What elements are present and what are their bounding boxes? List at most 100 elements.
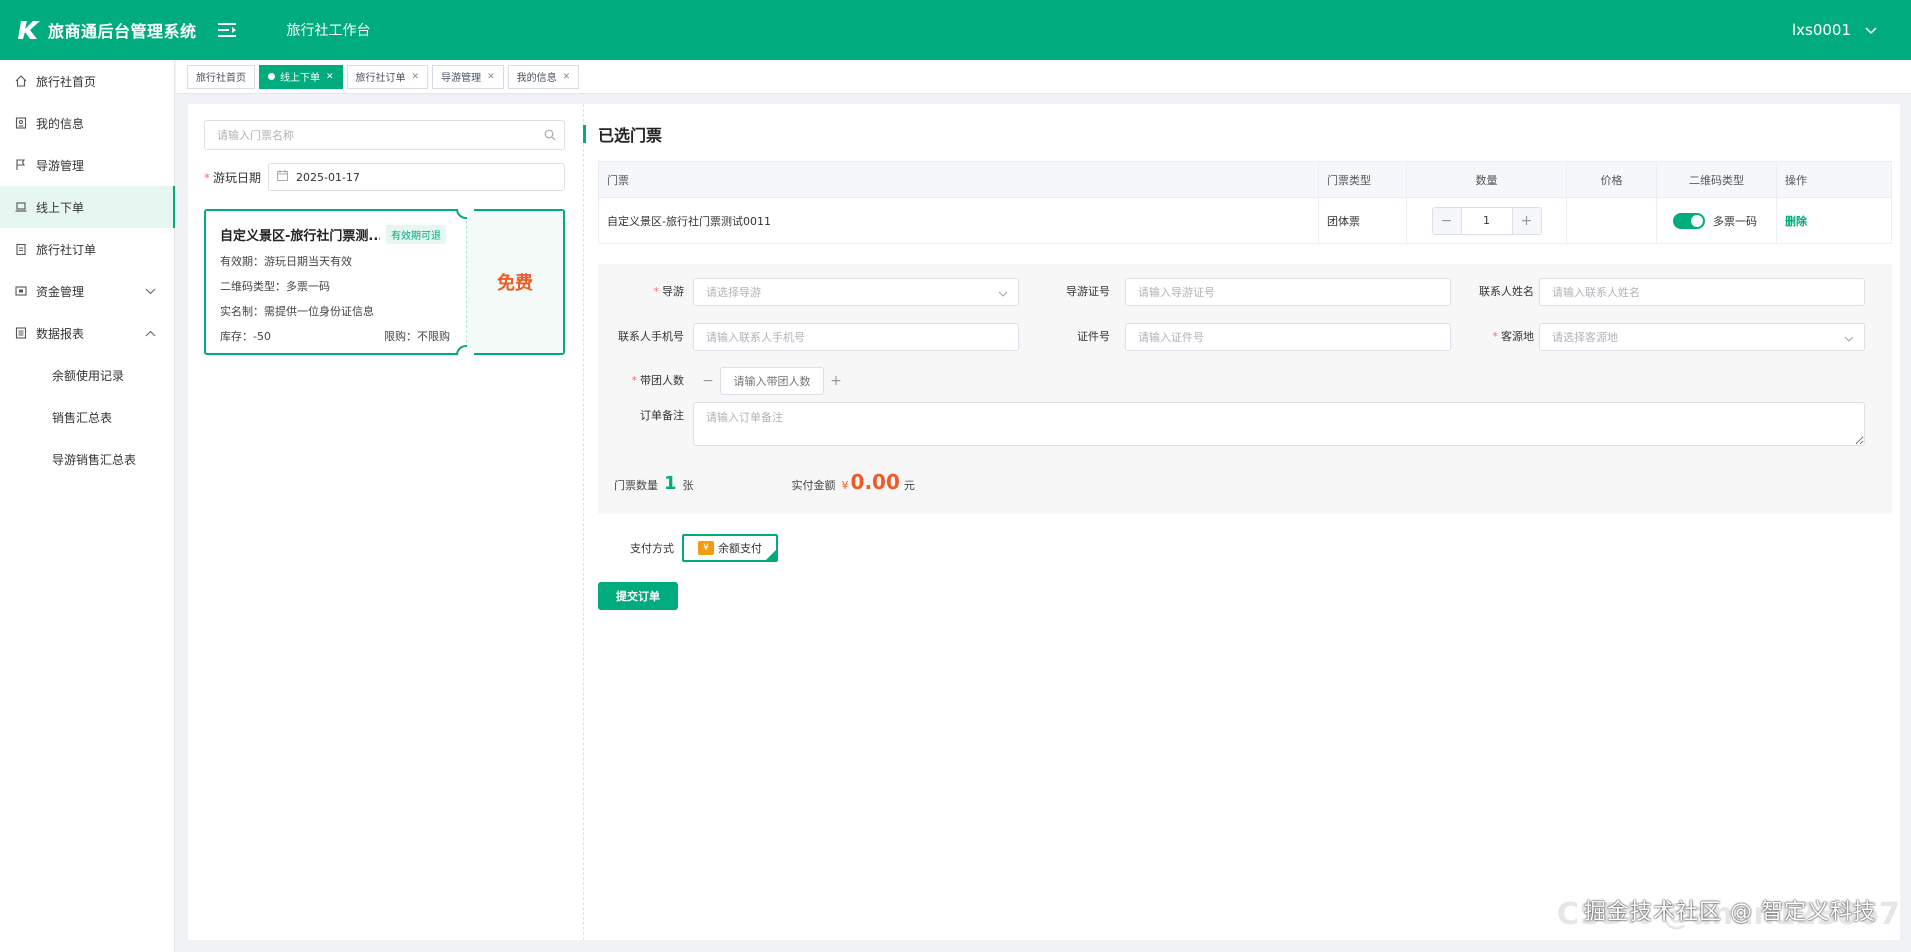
tab-label: 导游管理: [441, 73, 482, 84]
tab-home[interactable]: 旅行社首页: [187, 64, 255, 89]
guide-cert-input[interactable]: [1125, 278, 1451, 306]
decrease-button[interactable]: −: [696, 367, 720, 395]
sidebar-subitem-balance-log[interactable]: 余额使用记录: [0, 354, 174, 396]
row-price: [1566, 197, 1657, 244]
ticket-search-input[interactable]: [217, 128, 537, 142]
col-action: 操作: [1776, 161, 1892, 198]
workspace-title: 旅行社工作台: [286, 23, 371, 39]
col-ticket: 门票: [598, 161, 1319, 198]
row-ticket-name: 自定义景区-旅行社门票测试0011: [598, 197, 1319, 244]
remark-label: 订单备注: [640, 409, 684, 422]
tab-profile[interactable]: 我的信息 ✕: [507, 64, 580, 89]
tab-label: 线上下单: [280, 73, 320, 84]
sidebar-item-label: 资金管理: [36, 284, 85, 299]
contact-name-label: 联系人姓名: [1479, 285, 1534, 298]
ticket-search[interactable]: [204, 120, 565, 150]
ticket-price-area: 免费: [467, 211, 563, 353]
ticket-stock: 库存：-50: [220, 330, 271, 343]
logo-icon: [18, 20, 42, 40]
top-header: 旅商通后台管理系统 旅行社工作台 lxs0001: [0, 0, 1911, 60]
tab-online-order[interactable]: 线上下单 ✕: [259, 64, 343, 89]
guide-select-placeholder: 请选择导游: [706, 286, 761, 299]
decrease-button[interactable]: −: [1432, 207, 1461, 234]
qr-type-toggle[interactable]: [1673, 212, 1705, 229]
sidebar-subitem-guide-sales-summary[interactable]: 导游销售汇总表: [0, 438, 174, 480]
sidebar-item-home[interactable]: 旅行社首页: [0, 60, 174, 102]
delete-link[interactable]: 删除: [1785, 215, 1807, 228]
logo[interactable]: 旅商通后台管理系统: [18, 18, 197, 42]
contact-phone-label: 联系人手机号: [618, 330, 684, 343]
sidebar-item-profile[interactable]: 我的信息: [0, 102, 174, 144]
tab-label: 旅行社订单: [355, 73, 406, 84]
close-icon[interactable]: ✕: [563, 72, 571, 82]
ticket-price: 免费: [497, 273, 533, 294]
source-select[interactable]: 请选择客源地: [1539, 323, 1865, 351]
username: lxs0001: [1791, 21, 1851, 39]
table-row: 自定义景区-旅行社门票测试0011 团体票 − 1 + 多票一码 删除: [598, 197, 1892, 244]
contact-phone-input[interactable]: [693, 323, 1019, 351]
quantity-value[interactable]: 1: [1460, 207, 1513, 234]
sidebar-item-funds[interactable]: 资金管理: [0, 270, 174, 312]
sidebar-subitem-sales-summary[interactable]: 销售汇总表: [0, 396, 174, 438]
payment-option-label: 余额支付: [718, 542, 762, 555]
sidebar-item-label: 旅行社首页: [36, 74, 97, 89]
sidebar-item-label: 导游管理: [36, 158, 85, 173]
user-menu[interactable]: lxs0001: [1792, 0, 1877, 60]
play-date-picker[interactable]: 2025-01-17: [268, 163, 565, 191]
row-action-cell: 删除: [1776, 197, 1892, 244]
submit-order-button[interactable]: 提交订单: [598, 582, 678, 610]
ticket-count-unit: 张: [682, 479, 694, 492]
ticket-limit: 限购：不限购: [384, 330, 450, 343]
page-tabs: 旅行社首页 线上下单 ✕ 旅行社订单 ✕ 导游管理 ✕ 我的信息 ✕: [176, 60, 1911, 94]
remark-textarea[interactable]: [693, 402, 1865, 446]
ticket-qr-type: 二维码类型：多票一码: [220, 280, 330, 293]
guide-select[interactable]: 请选择导游: [693, 278, 1019, 306]
chevron-down-icon: [1844, 333, 1854, 346]
id-label: 证件号: [1077, 330, 1110, 343]
app-title: 旅商通后台管理系统: [48, 22, 197, 41]
row-qr-type-cell: 多票一码: [1656, 197, 1777, 244]
home-icon: [15, 75, 27, 87]
search-icon[interactable]: [544, 129, 556, 144]
report-icon: [15, 327, 27, 339]
close-icon[interactable]: ✕: [412, 72, 420, 82]
watermark: 掘金技术社区 @ 智定义科技: [1584, 900, 1876, 925]
guide-cert-label: 导游证号: [1066, 285, 1110, 298]
guide-label: * 导游: [653, 285, 685, 298]
column-divider: [583, 104, 584, 940]
sidebar: 旅行社首页 我的信息 导游管理 线上下单 旅行社订单 资金管理 数据报表 余额使…: [0, 60, 175, 952]
tab-guides[interactable]: 导游管理 ✕: [432, 64, 504, 89]
payment-option-balance[interactable]: ¥ 余额支付: [682, 534, 778, 562]
sidebar-item-guides[interactable]: 导游管理: [0, 144, 174, 186]
amount-label: 实付金额: [791, 479, 836, 492]
group-size-input[interactable]: [720, 367, 824, 395]
quantity-stepper: − 1 +: [1431, 206, 1542, 235]
selected-tickets-table: 门票 门票类型 数量 价格 二维码类型 操作 自定义景区-旅行社门票测试0011…: [598, 161, 1892, 244]
calendar-icon: [277, 170, 288, 184]
ticket-count: 1: [664, 473, 677, 494]
ticket-info: 自定义景区-旅行社门票测... 有效期可退 有效期：游玩日期当天有效 二维码类型…: [206, 211, 466, 353]
contact-name-input[interactable]: [1539, 278, 1865, 306]
payment-row: 支付方式 ¥ 余额支付: [598, 534, 778, 562]
increase-button[interactable]: +: [824, 367, 848, 395]
close-icon[interactable]: ✕: [487, 72, 495, 82]
sidebar-item-reports[interactable]: 数据报表: [0, 312, 174, 354]
ticket-count-label: 门票数量: [614, 479, 658, 492]
amount-value: 0.00: [850, 470, 900, 494]
ticket-name: 自定义景区-旅行社门票测...: [220, 229, 380, 244]
source-label: * 客源地: [1492, 330, 1535, 343]
clipboard-icon: [15, 243, 27, 255]
id-input[interactable]: [1125, 323, 1451, 351]
profile-icon: [15, 117, 27, 129]
sidebar-item-label: 旅行社订单: [36, 242, 97, 257]
menu-toggle-icon[interactable]: [217, 20, 237, 40]
order-form: *导游 请选择导游 导游证号 联系人姓名 联系人手机号 证件号 *客源地 请选择…: [598, 264, 1892, 514]
close-icon[interactable]: ✕: [326, 72, 334, 82]
sidebar-item-online-order[interactable]: 线上下单: [0, 186, 175, 228]
tab-agency-orders[interactable]: 旅行社订单 ✕: [346, 64, 429, 89]
amount-unit: 元: [903, 479, 915, 492]
col-ticket-type: 门票类型: [1318, 161, 1407, 198]
ticket-card[interactable]: 自定义景区-旅行社门票测... 有效期可退 有效期：游玩日期当天有效 二维码类型…: [204, 209, 565, 355]
increase-button[interactable]: +: [1512, 207, 1541, 234]
sidebar-item-agency-orders[interactable]: 旅行社订单: [0, 228, 174, 270]
